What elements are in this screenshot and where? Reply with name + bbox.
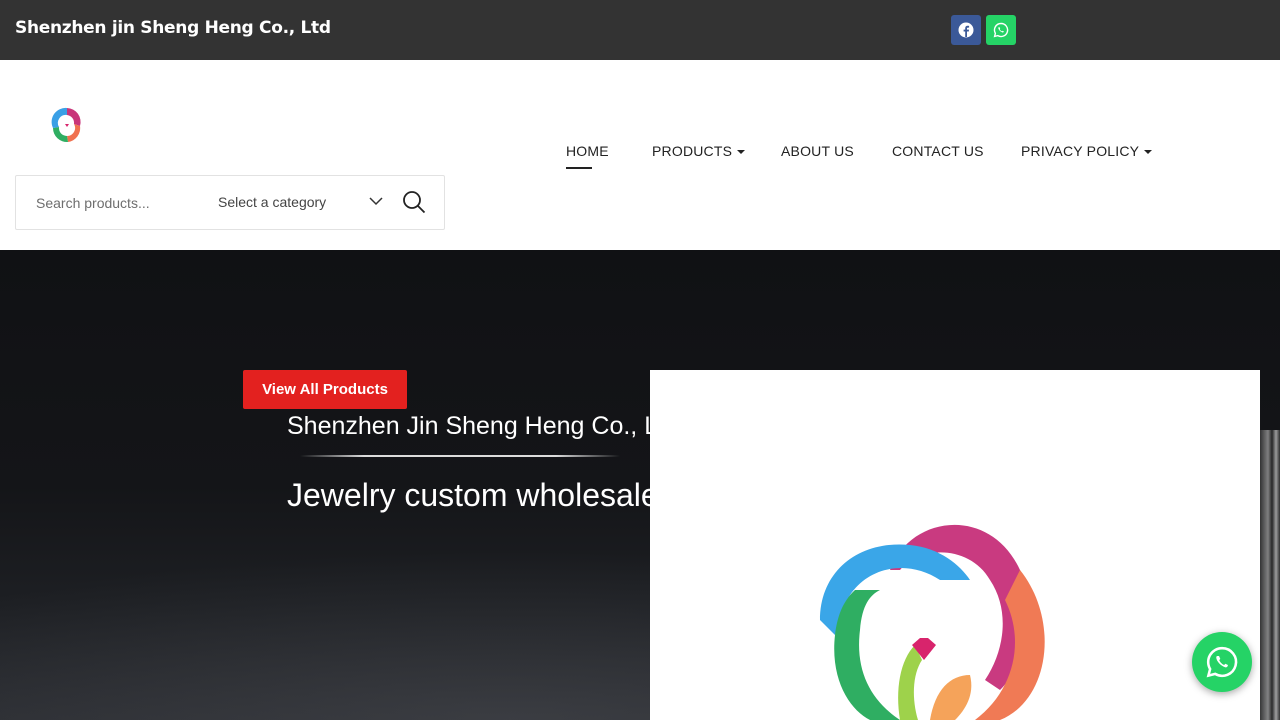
- facebook-link[interactable]: [951, 15, 981, 45]
- nav-active-indicator: [566, 167, 592, 169]
- hero-company-name: Shenzhen Jin Sheng Heng Co., Ltd: [287, 412, 679, 440]
- product-search-bar: Search products... Select a category: [15, 175, 445, 230]
- nav-privacy-policy[interactable]: PRIVACY POLICY: [1021, 143, 1153, 159]
- jewelry-image-edge: [1260, 430, 1280, 720]
- whatsapp-icon: [1206, 646, 1238, 678]
- site-logo[interactable]: [38, 98, 96, 156]
- logo-popup-panel: [650, 370, 1260, 720]
- category-select[interactable]: Select a category: [218, 194, 326, 210]
- chevron-down-icon[interactable]: [368, 193, 384, 209]
- nav-privacy-label: PRIVACY POLICY: [1021, 143, 1140, 159]
- hero-divider: [300, 455, 620, 457]
- top-bar: Shenzhen jin Sheng Heng Co., Ltd: [0, 0, 1280, 60]
- facebook-icon: [958, 22, 974, 38]
- whatsapp-icon: [993, 22, 1009, 38]
- logo-mark-icon: [51, 107, 81, 143]
- large-logo-icon: [820, 524, 1045, 720]
- search-input[interactable]: Search products...: [36, 195, 150, 211]
- whatsapp-chat-button[interactable]: [1192, 632, 1252, 692]
- site-header: Search products... Select a category HOM…: [0, 60, 1280, 250]
- nav-about-us[interactable]: ABOUT US: [781, 143, 854, 159]
- hero-tagline: Jewelry custom wholesale: [287, 477, 659, 513]
- site-title[interactable]: Shenzhen jin Sheng Heng Co., Ltd: [15, 18, 331, 38]
- nav-products-label: PRODUCTS: [652, 143, 733, 159]
- caret-down-icon: [737, 150, 746, 155]
- caret-down-icon: [1144, 150, 1153, 155]
- whatsapp-link[interactable]: [986, 15, 1016, 45]
- nav-contact-us[interactable]: CONTACT US: [892, 143, 984, 159]
- view-all-products-button[interactable]: View All Products: [243, 370, 407, 409]
- search-icon[interactable]: [402, 190, 426, 214]
- nav-products[interactable]: PRODUCTS: [652, 143, 746, 159]
- nav-home[interactable]: HOME: [566, 143, 609, 159]
